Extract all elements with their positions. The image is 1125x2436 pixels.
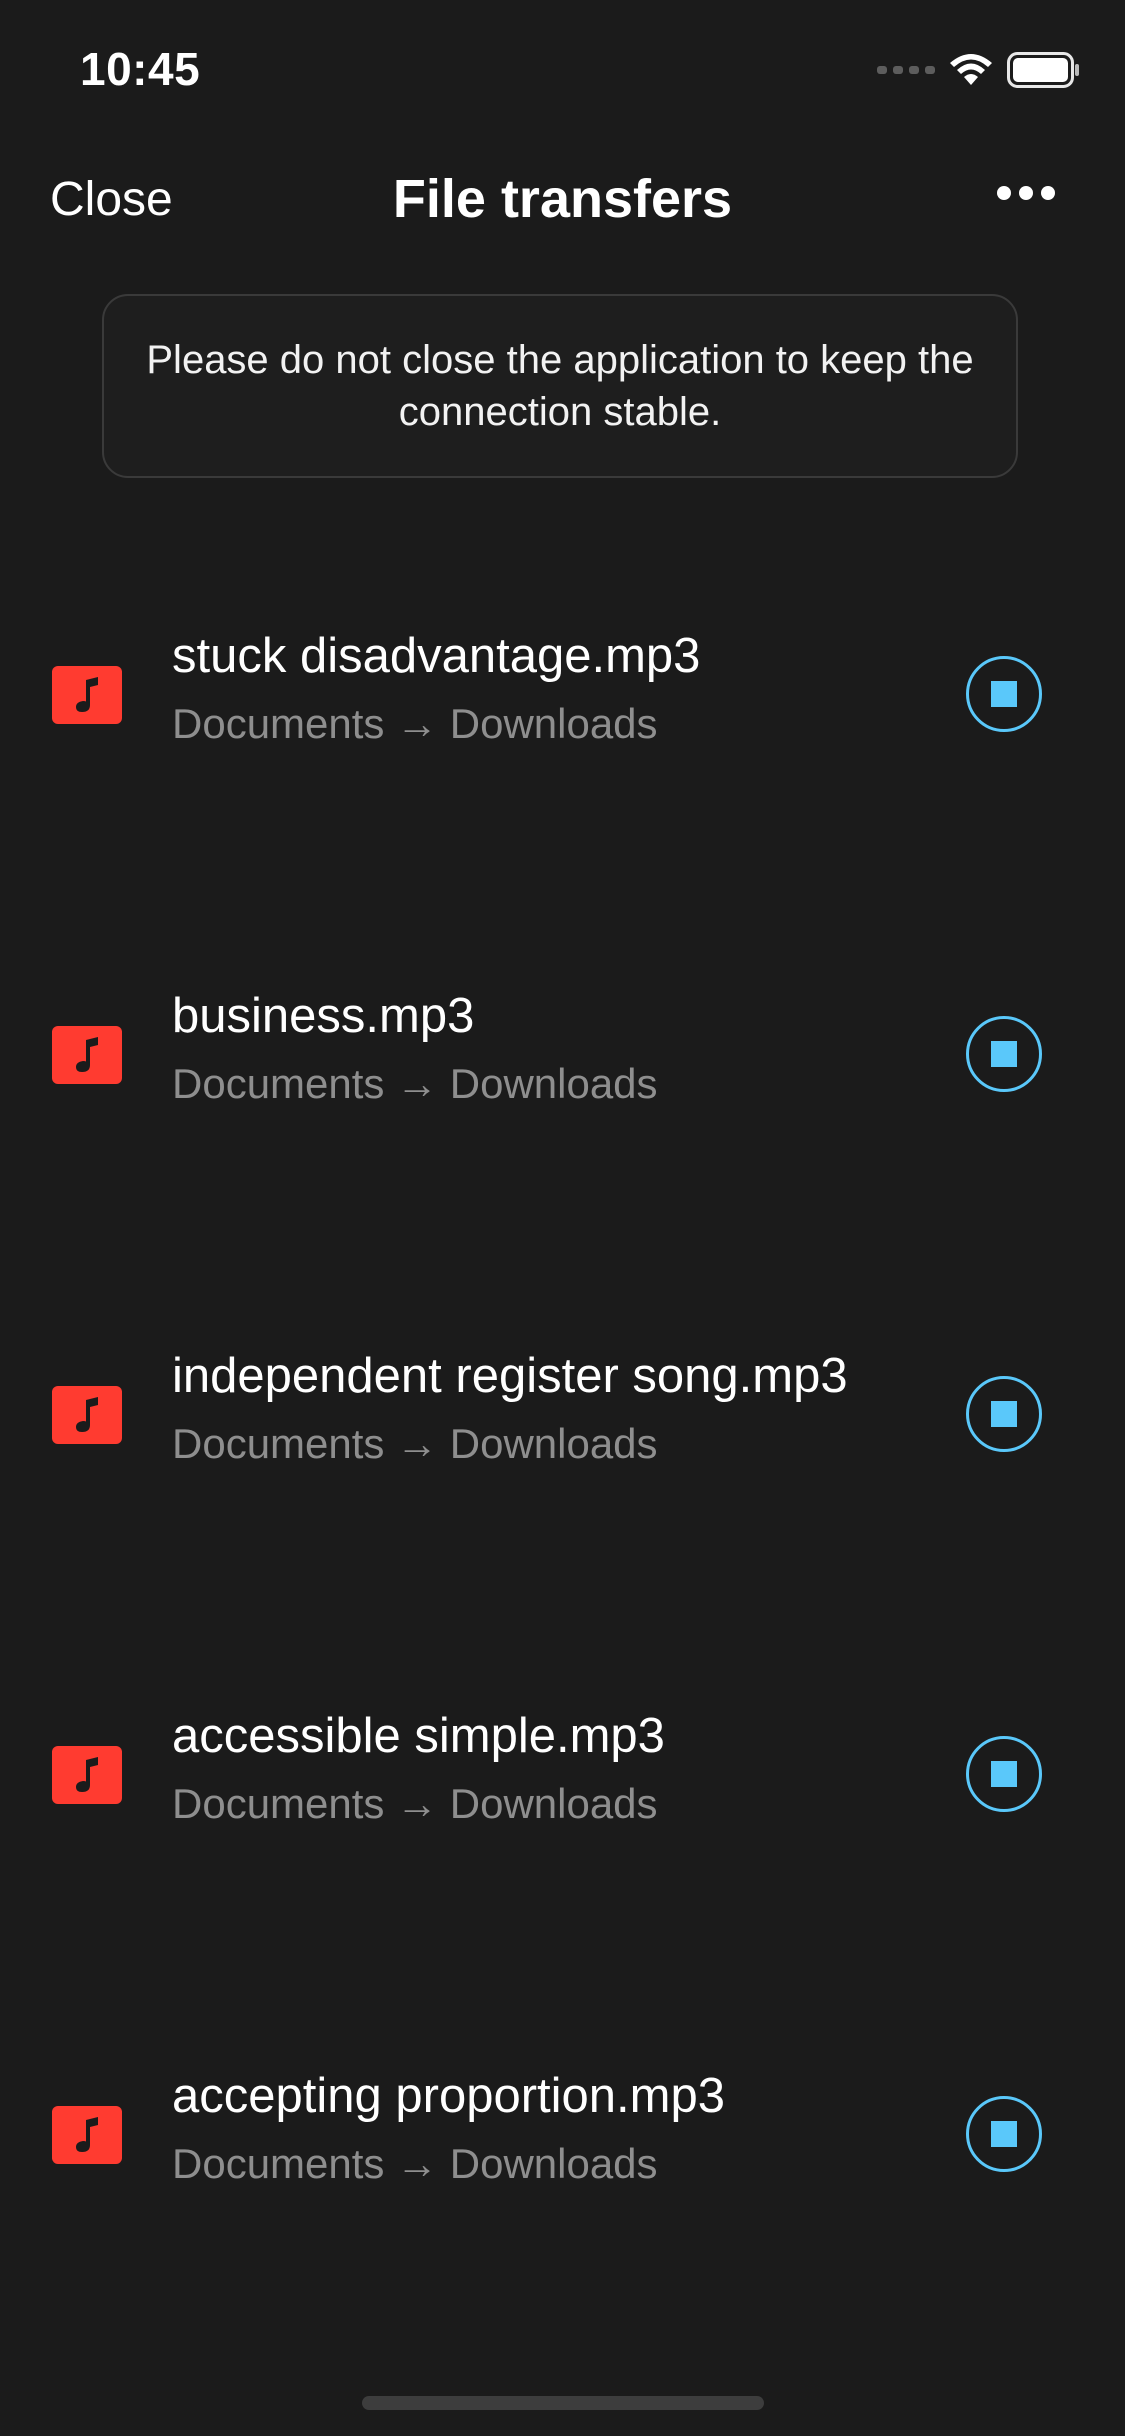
audio-file-icon xyxy=(52,1386,122,1444)
transfer-item[interactable]: business.mp3 Documents → Downloads xyxy=(0,920,1125,1180)
file-name: accepting proportion.mp3 xyxy=(172,2069,725,2123)
connection-notice: Please do not close the application to k… xyxy=(102,294,1018,478)
transfer-item[interactable]: independent register song.mp3 Documents →… xyxy=(0,1280,1125,1540)
stop-transfer-button[interactable] xyxy=(966,2096,1042,2172)
music-note-icon xyxy=(76,1757,98,1792)
audio-file-icon xyxy=(52,666,122,724)
stop-transfer-button[interactable] xyxy=(966,1736,1042,1812)
file-name: business.mp3 xyxy=(172,989,475,1043)
status-icons xyxy=(877,50,1081,90)
file-name: accessible simple.mp3 xyxy=(172,1709,665,1763)
transfer-route: Documents → Downloads xyxy=(172,700,658,747)
audio-file-icon xyxy=(52,1746,122,1804)
stop-icon xyxy=(991,1041,1017,1067)
status-time: 10:45 xyxy=(80,43,201,95)
transfer-route: Documents → Downloads xyxy=(172,2140,658,2187)
stop-icon xyxy=(991,681,1017,707)
status-bar: 10:45 xyxy=(0,0,1125,132)
audio-file-icon xyxy=(52,2106,122,2164)
transfer-item[interactable]: accessible simple.mp3 Documents → Downloa… xyxy=(0,1640,1125,1900)
transfer-route: Documents → Downloads xyxy=(172,1060,658,1107)
audio-file-icon xyxy=(52,1026,122,1084)
stop-icon xyxy=(991,1401,1017,1427)
music-note-icon xyxy=(76,1397,98,1432)
wifi-icon xyxy=(950,54,992,85)
battery-icon xyxy=(1007,52,1079,88)
music-note-icon xyxy=(76,677,98,712)
stop-transfer-button[interactable] xyxy=(966,1376,1042,1452)
home-indicator[interactable] xyxy=(362,2396,764,2410)
navigation-bar: Close File transfers xyxy=(0,150,1125,250)
stop-icon xyxy=(991,2121,1017,2147)
transfer-item[interactable]: accepting proportion.mp3 Documents → Down… xyxy=(0,2000,1125,2260)
transfer-route: Documents → Downloads xyxy=(172,1780,658,1827)
page-title: File transfers xyxy=(392,169,733,229)
notice-text: Please do not close the application to k… xyxy=(146,338,974,434)
cellular-signal-icon xyxy=(877,66,935,74)
file-name: independent register song.mp3 xyxy=(172,1349,848,1403)
transfer-item[interactable]: stuck disadvantage.mp3 Documents → Downlo… xyxy=(0,560,1125,820)
stop-icon xyxy=(991,1761,1017,1787)
stop-transfer-button[interactable] xyxy=(966,1016,1042,1092)
stop-transfer-button[interactable] xyxy=(966,656,1042,732)
transfer-route: Documents → Downloads xyxy=(172,1420,658,1467)
music-note-icon xyxy=(76,2117,98,2152)
music-note-icon xyxy=(76,1037,98,1072)
more-options-icon[interactable] xyxy=(997,186,1055,200)
file-name: stuck disadvantage.mp3 xyxy=(172,629,701,683)
